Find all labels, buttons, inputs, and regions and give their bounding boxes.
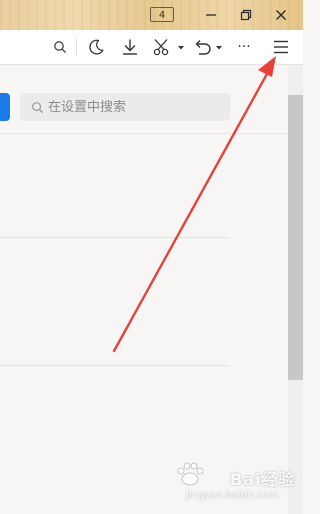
section-divider [0,365,230,366]
header-divider [0,133,288,134]
restore-button[interactable] [236,5,256,25]
browser-window: 4 ··· 在设置中搜索 Bai经验 jingyan.baidu.com [0,0,303,514]
moon-icon [89,39,104,55]
main-menu-button[interactable] [270,36,292,58]
minimize-button[interactable] [201,5,221,25]
toolbar-separator [76,38,77,56]
baidu-jingyan-watermark: Bai经验 jingyan.baidu.com [172,460,298,510]
settings-search-input[interactable] [48,99,218,115]
watermark-brand: Bai经验 [230,470,296,489]
minimize-icon [206,14,216,16]
settings-page [0,65,288,514]
undo-icon [195,40,222,55]
browser-toolbar: ··· [0,30,303,65]
watermark-url: jingyan.baidu.com [186,490,279,501]
tab-count-badge[interactable]: 4 [150,7,174,22]
download-button[interactable] [119,36,141,58]
restore-icon [240,9,252,21]
primary-action-button[interactable] [0,93,10,121]
download-icon [123,39,137,55]
night-mode-button[interactable] [85,36,107,58]
scissors-icon [153,39,184,56]
menu-icon [274,40,288,54]
title-bar: 4 [0,0,303,30]
screenshot-button[interactable] [151,36,187,58]
close-icon [276,10,286,20]
section-divider [0,237,230,238]
more-button[interactable]: ··· [233,36,255,58]
search-button[interactable] [51,36,69,58]
scrollbar-thumb[interactable] [288,95,303,380]
undo-button[interactable] [193,36,225,58]
settings-search-box[interactable] [20,93,230,121]
search-icon [30,100,44,114]
close-button[interactable] [271,5,291,25]
paw-logo-icon [177,462,204,486]
search-icon [54,41,66,53]
